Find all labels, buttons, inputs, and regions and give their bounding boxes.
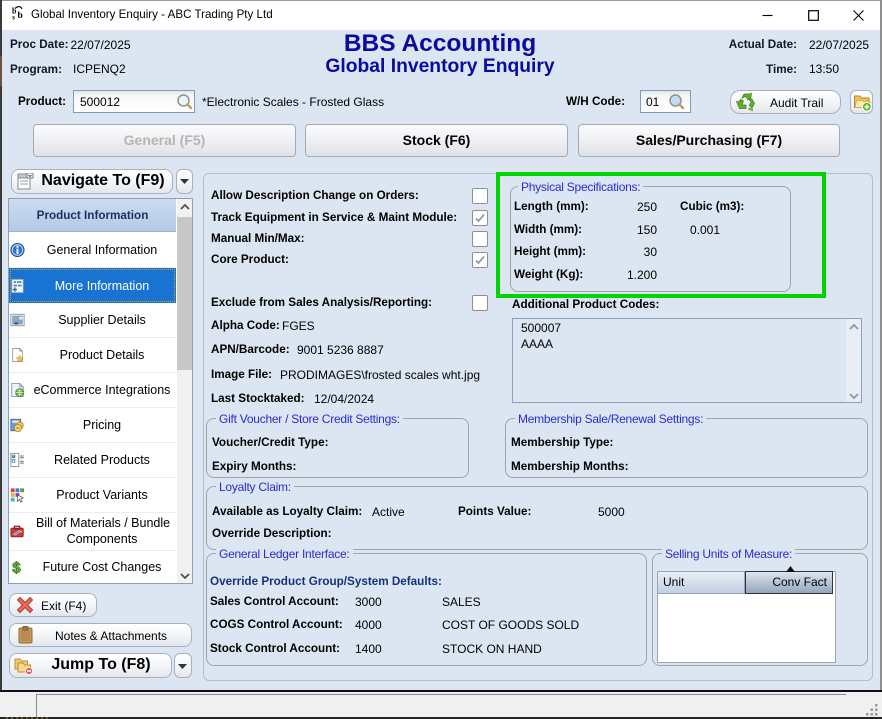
svg-text:b: b [18,11,23,20]
svg-text:$: $ [12,559,21,574]
svg-text:s: s [12,14,15,21]
